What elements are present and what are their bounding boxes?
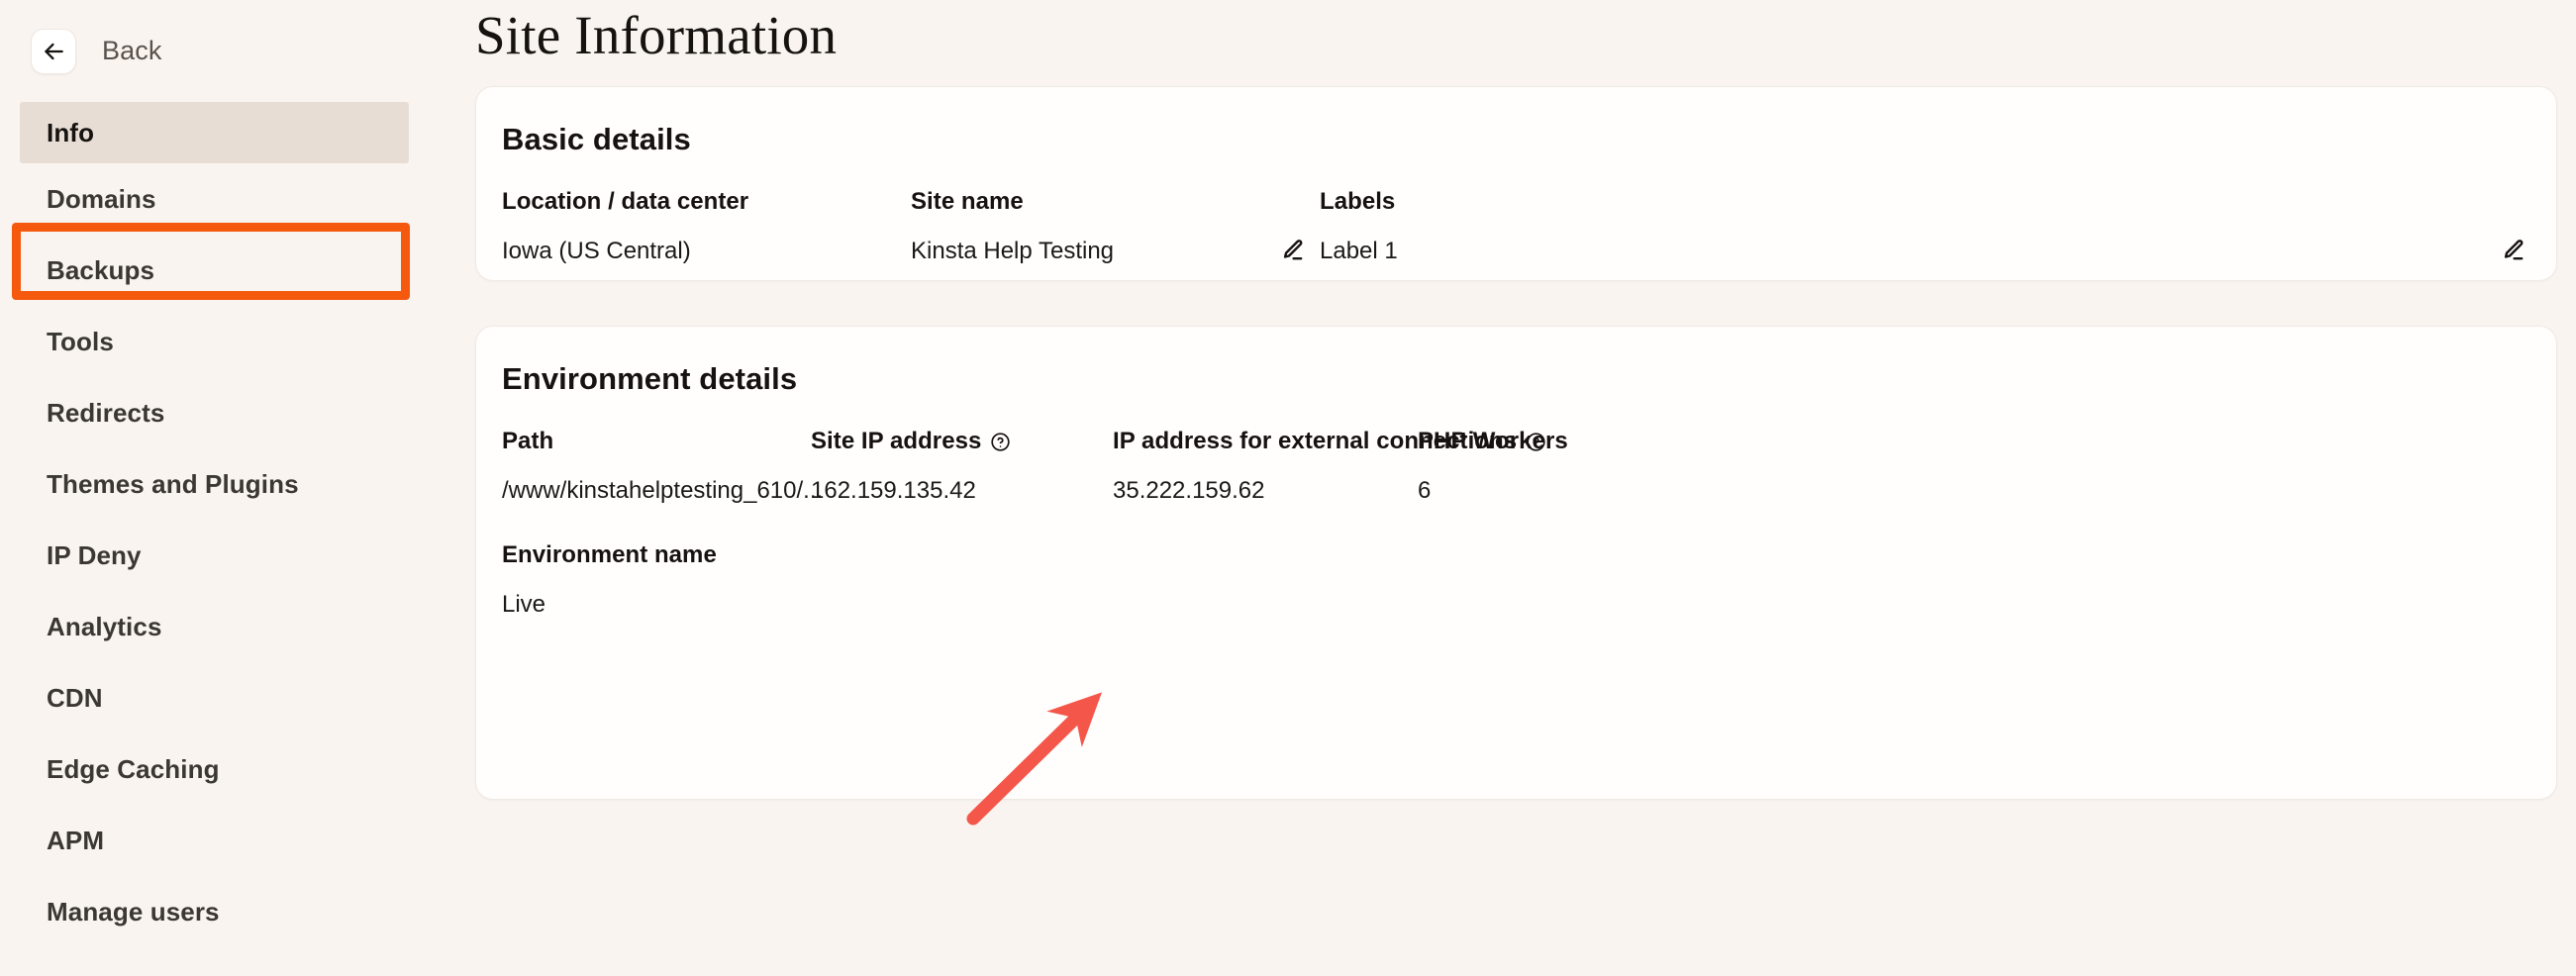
sidebar-item-themes-and-plugins[interactable]: Themes and Plugins (0, 448, 462, 520)
sidebar-item-label: Edge Caching (47, 753, 220, 784)
field-site-ip-address: Site IP address 162.159.135.42 (811, 428, 1113, 505)
sidebar-item-backups[interactable]: Backups (0, 235, 462, 306)
basic-details-heading: Basic details (502, 121, 691, 156)
pencil-icon[interactable] (2496, 234, 2529, 267)
field-value: Live (502, 590, 546, 618)
arrow-left-icon (41, 39, 66, 64)
field-label: Path (502, 427, 554, 454)
page-title: Site Information (475, 5, 838, 65)
field-environment-name: Environment name Live (476, 505, 2556, 619)
sidebar-item-label: Tools (47, 326, 114, 356)
field-value: Iowa (US Central) (502, 237, 691, 264)
field-label: Location / data center (502, 187, 749, 215)
sidebar-item-label: Info (47, 117, 95, 147)
sidebar-item-label: Redirects (47, 397, 165, 428)
sidebar-item-label: Backups (47, 254, 155, 285)
sidebar-item-label: IP Deny (47, 539, 142, 570)
environment-details-heading: Environment details (502, 360, 798, 396)
sidebar-item-analytics[interactable]: Analytics (0, 591, 462, 662)
sidebar-item-edge-caching[interactable]: Edge Caching (0, 733, 462, 805)
environment-details-grid: Path /www/kinstahelptesting_610/... Site… (476, 397, 2556, 505)
field-value: /www/kinstahelptesting_610/... (502, 476, 824, 504)
sidebar: Back Info Domains Backups Tools Redirect… (0, 0, 462, 976)
field-php-workers: PHP Workers 6 (1418, 428, 2556, 505)
field-label-text: Site IP address (811, 427, 982, 454)
field-value: 35.222.159.62 (1113, 476, 1265, 504)
sidebar-item-manage-users[interactable]: Manage users (0, 876, 462, 947)
sidebar-item-info[interactable]: Info (20, 102, 409, 163)
pencil-icon[interactable] (1275, 234, 1309, 267)
site-information-page: Back Info Domains Backups Tools Redirect… (0, 0, 2576, 976)
sidebar-item-label: Domains (47, 183, 156, 214)
sidebar-item-tools[interactable]: Tools (0, 306, 462, 377)
sidebar-item-cdn[interactable]: CDN (0, 662, 462, 733)
field-labels: Labels Label 1 (1320, 188, 2556, 265)
field-value: Label 1 (1320, 237, 1398, 264)
back-button[interactable] (31, 28, 76, 74)
field-label: Site IP address (811, 428, 1113, 455)
field-value: Kinsta Help Testing (911, 237, 1115, 264)
field-label: Environment name (502, 540, 717, 568)
sidebar-item-label: APM (47, 825, 105, 855)
sidebar-item-redirects[interactable]: Redirects (0, 377, 462, 448)
field-label: IP address for external connections (1113, 428, 1545, 455)
basic-details-grid: Location / data center Iowa (US Central)… (476, 157, 2556, 265)
sidebar-item-label: Themes and Plugins (47, 468, 299, 499)
main-content: Site Information Basic details Location … (462, 0, 2576, 976)
sidebar-nav: Info Domains Backups Tools Redirects The… (0, 102, 462, 947)
field-value: 6 (1418, 476, 1432, 504)
basic-details-card: Basic details Location / data center Iow… (475, 85, 2557, 281)
field-path: Path /www/kinstahelptesting_610/... (502, 427, 824, 505)
back-label: Back (102, 36, 162, 65)
field-value: 162.159.135.42 (811, 476, 976, 504)
field-label: Site name (911, 187, 1024, 215)
field-external-ip-address: IP address for external connections 35.2… (1113, 428, 1545, 505)
sidebar-item-ip-deny[interactable]: IP Deny (0, 520, 462, 591)
environment-details-card: Environment details Path /www/kinstahelp… (475, 325, 2557, 800)
field-site-name: Site name Kinsta Help Testing (911, 188, 1320, 265)
sidebar-item-label: Analytics (47, 611, 162, 641)
field-location-data-center: Location / data center Iowa (US Central) (502, 188, 911, 265)
sidebar-item-label: CDN (47, 682, 103, 713)
back-navigation[interactable]: Back (0, 0, 462, 102)
sidebar-item-apm[interactable]: APM (0, 805, 462, 876)
sidebar-item-label: Manage users (47, 896, 220, 927)
field-label: Labels (1320, 187, 1396, 215)
field-label: PHP Workers (1418, 427, 1568, 454)
sidebar-item-domains[interactable]: Domains (0, 163, 462, 235)
question-circle-icon[interactable] (990, 432, 1011, 452)
